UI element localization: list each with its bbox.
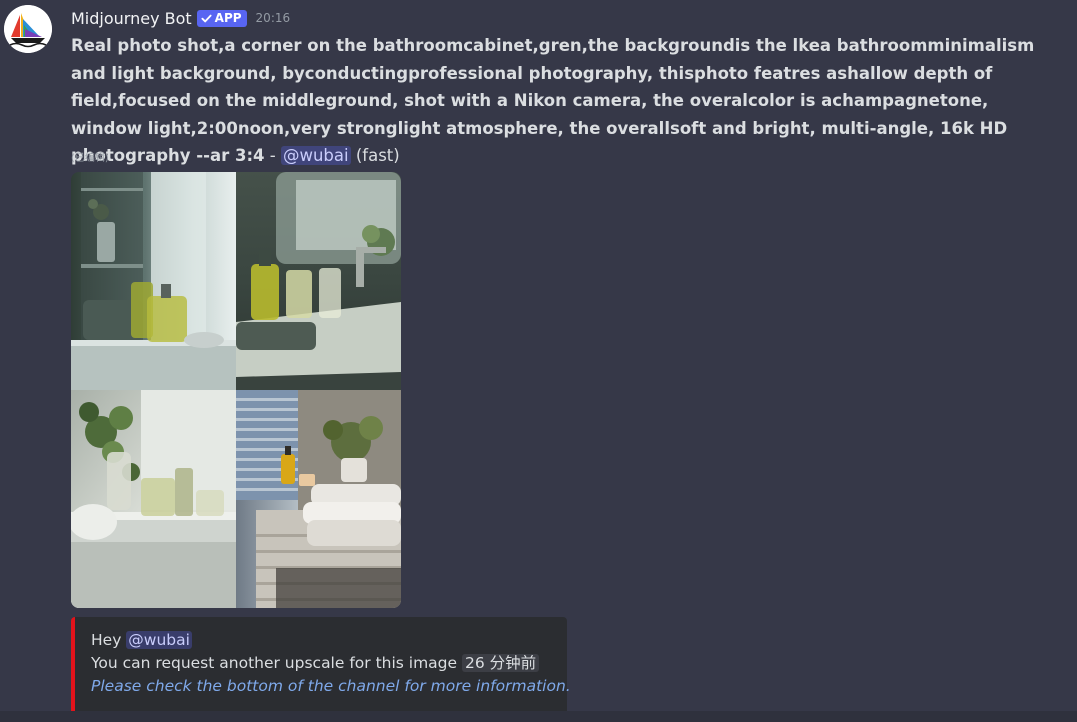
embed-time-ago: 26 分钟前 [462, 654, 540, 672]
bot-avatar[interactable] [4, 5, 52, 53]
speed-label: (fast) [350, 146, 400, 165]
check-icon [201, 13, 212, 24]
message-timestamp[interactable]: 20:16 [256, 11, 291, 25]
upscale-embed: Hey @wubai You can request another upsca… [71, 617, 571, 722]
image-tile-1[interactable] [71, 172, 236, 390]
embed-greeting: Hey [91, 631, 127, 649]
image-grid[interactable] [71, 172, 401, 608]
app-badge: APP [196, 9, 247, 27]
image-tile-4[interactable] [236, 390, 401, 608]
edited-label: (已编辑) [71, 153, 109, 164]
user-mention[interactable]: @wubai [280, 146, 351, 165]
app-badge-label: APP [214, 11, 242, 25]
embed-user-mention[interactable]: @wubai [126, 631, 192, 649]
image-tile-3[interactable] [71, 390, 236, 608]
message-header: Midjourney Bot APP 20:16 [71, 7, 290, 29]
bottom-divider [0, 711, 1077, 722]
prompt-separator: - [264, 146, 281, 165]
midjourney-logo-icon [4, 5, 52, 53]
prompt-text: Real photo shot,a corner on the bathroom… [71, 36, 1035, 165]
embed-greeting-line: Hey @wubai [91, 629, 555, 652]
embed-upscale-line: You can request another upscale for this… [91, 652, 555, 675]
embed-upscale-text: You can request another upscale for this… [91, 654, 462, 672]
image-tile-2[interactable] [236, 172, 401, 390]
embed-info-text: Please check the bottom of the channel f… [91, 677, 571, 695]
bot-username[interactable]: Midjourney Bot [71, 9, 192, 28]
message: Midjourney Bot APP 20:16 Real photo shot… [0, 0, 1077, 722]
message-content: Real photo shot,a corner on the bathroom… [71, 32, 1061, 170]
